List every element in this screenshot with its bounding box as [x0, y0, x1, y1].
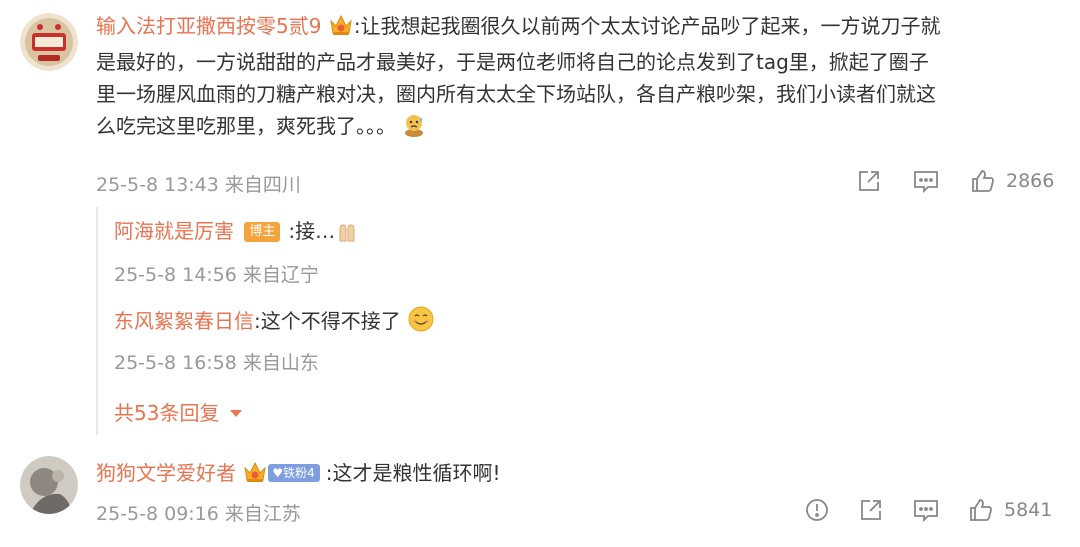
share-icon[interactable]: [858, 497, 884, 523]
comment-meta: 25-5-8 09:16 来自江苏: [96, 503, 301, 525]
comment-icon[interactable]: [912, 168, 940, 194]
comment-text-line1: :让我想起我圈很久以前两个太太讨论产品吵了起来，一方说刀子就: [353, 14, 941, 38]
avatar[interactable]: [20, 456, 78, 514]
reply-item: 阿海就是厉害 博主 :接… 25-5-8 14:56 来自辽宁: [114, 215, 359, 287]
report-icon[interactable]: [804, 497, 830, 523]
vip-crown-icon: [242, 460, 268, 493]
reply-meta: 25-5-8 16:58 来自山东: [114, 352, 319, 374]
smile-emoji-icon: [407, 305, 435, 342]
heart-icon: ♥: [272, 466, 284, 480]
like-count: 5841: [1004, 499, 1053, 521]
host-badge: 博主: [244, 222, 281, 242]
fan-badge-label: 铁粉4: [283, 466, 315, 480]
share-icon[interactable]: [856, 168, 882, 194]
sweat-emoji-icon: [402, 112, 426, 147]
reply-username[interactable]: 东风絮絮春日信: [114, 309, 254, 333]
comment-actions: 5841: [804, 497, 1052, 523]
comment-text-line4: 么吃完这里吃那里，爽死我了。。。: [96, 114, 396, 138]
comment-text-line2: 是最好的，一方说甜甜的产品才最美好，于是两位老师将自己的论点发到了tag里，掀起…: [96, 50, 929, 74]
pray-emoji-icon: [335, 220, 359, 252]
comment-text: :这才是粮性循环啊!: [325, 461, 501, 485]
caret-down-icon: [229, 399, 242, 423]
avatar[interactable]: [20, 13, 78, 71]
comment-text-line3: 里一场腥风血雨的刀糖产粮对决，圈内所有太太全下场站队，各自产粮吵架，我们小读者们…: [96, 82, 936, 106]
like-button[interactable]: 5841: [968, 497, 1052, 523]
like-button[interactable]: 2866: [970, 168, 1054, 194]
reply-meta: 25-5-8 14:56 来自辽宁: [114, 264, 319, 286]
reply-item: 东风絮絮春日信:这个不得不接了 25-5-8 16:58 来自山东: [114, 305, 435, 375]
fan-badge: ♥铁粉4: [268, 464, 320, 482]
reply-thread: 阿海就是厉害 博主 :接… 25-5-8 14:56 来自辽宁 东风絮絮春日信:这…: [96, 207, 1058, 435]
comment-icon[interactable]: [912, 497, 940, 523]
like-icon: [968, 497, 994, 523]
more-replies-label: 共53条回复: [114, 401, 220, 425]
more-replies-button[interactable]: 共53条回复: [114, 397, 242, 426]
comment-body: 输入法打亚撒西按零5贰9 :让我想起我圈很久以前两个太太讨论产品吵了起来，一方说…: [96, 10, 1056, 147]
reply-username[interactable]: 阿海就是厉害: [114, 219, 234, 243]
comment-item: 狗狗文学爱好者 ♥铁粉4 :这才是粮性循环啊! 25-5-8 09:16 来自江苏: [0, 440, 1080, 547]
comment-meta: 25-5-8 13:43 来自四川: [96, 174, 301, 196]
comment-username[interactable]: 狗狗文学爱好者: [96, 461, 236, 485]
reply-text: :接…: [288, 219, 336, 243]
like-count: 2866: [1006, 170, 1055, 192]
comment-actions: 2866: [856, 168, 1054, 194]
vip-crown-icon: [328, 13, 354, 46]
comment-username[interactable]: 输入法打亚撒西按零5贰9: [96, 14, 321, 38]
reply-text: :这个不得不接了: [254, 309, 401, 333]
comment-item: 输入法打亚撒西按零5贰9 :让我想起我圈很久以前两个太太讨论产品吵了起来，一方说…: [0, 0, 1080, 440]
comment-body: 狗狗文学爱好者 ♥铁粉4 :这才是粮性循环啊!: [96, 457, 1056, 493]
like-icon: [970, 168, 996, 194]
